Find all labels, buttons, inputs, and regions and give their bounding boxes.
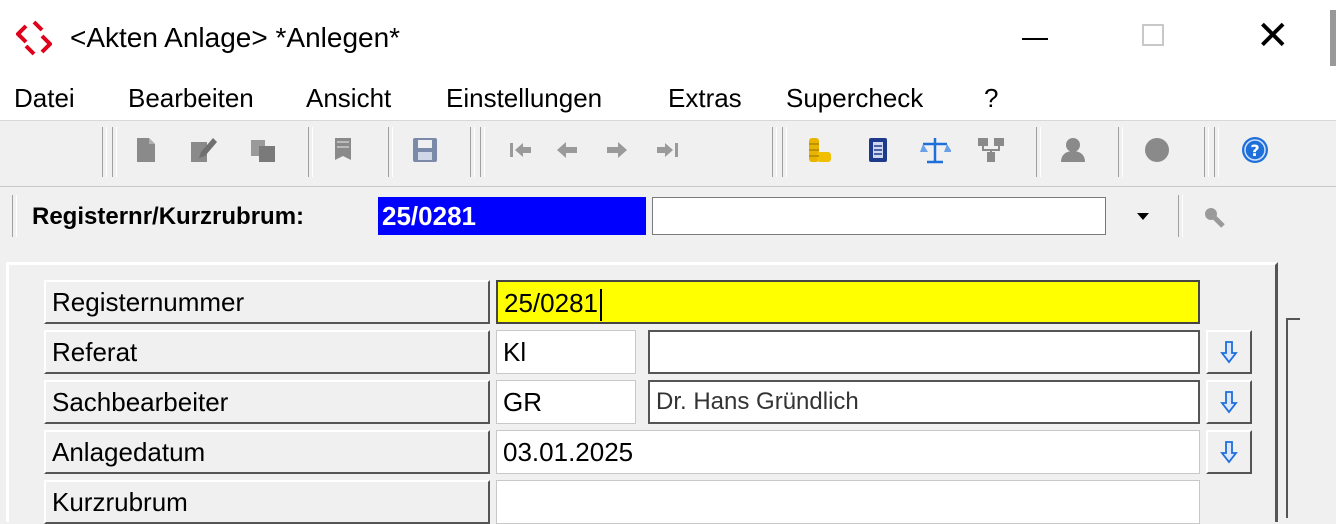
toolbar-separator: [782, 127, 787, 177]
window-title: <Akten Anlage> *Anlegen*: [70, 22, 401, 53]
close-icon: ✕: [1256, 14, 1290, 58]
toolbar-separator: [470, 127, 475, 177]
anlagedatum-input[interactable]: 03.01.2025: [496, 430, 1200, 474]
app-logo-icon: [16, 20, 52, 56]
minimize-button[interactable]: [978, 0, 1088, 76]
menu-einstellungen[interactable]: Einstellungen: [446, 80, 602, 116]
register-number-field[interactable]: 25/0281: [378, 197, 646, 235]
menu-ansicht[interactable]: Ansicht: [306, 80, 391, 116]
person-icon[interactable]: [1056, 133, 1090, 167]
arrow-down-icon: [1220, 441, 1238, 464]
referat-description: [648, 330, 1200, 374]
kurzrubrum-input[interactable]: [496, 480, 1200, 524]
toolbar-separator: [480, 127, 485, 177]
toolbar-separator: [1178, 195, 1183, 237]
help-icon[interactable]: ?: [1238, 133, 1272, 167]
menu-datei[interactable]: Datei: [14, 80, 75, 116]
first-record-icon[interactable]: [504, 133, 538, 167]
record-dot-icon[interactable]: [1140, 133, 1174, 167]
notebook-icon[interactable]: [860, 133, 894, 167]
svg-text:?: ?: [1250, 141, 1259, 160]
menu-help[interactable]: ?: [984, 80, 998, 116]
next-record-icon[interactable]: [600, 133, 634, 167]
label-sachbearbeiter: Sachbearbeiter: [44, 380, 490, 424]
minimize-icon: [1022, 38, 1048, 40]
register-search-combo[interactable]: [652, 197, 1106, 235]
search-button[interactable]: [1196, 199, 1232, 235]
toolbar-separator: [1204, 127, 1209, 177]
toolbar: ?: [0, 120, 1336, 187]
toolbar-separator: [112, 127, 117, 177]
new-document-icon[interactable]: [128, 133, 162, 167]
maximize-icon: [1142, 24, 1164, 46]
chevron-down-icon: [1137, 213, 1149, 220]
registernummer-value: 25/0281: [504, 288, 598, 318]
toolbar-separator: [1214, 127, 1219, 177]
last-record-icon[interactable]: [650, 133, 684, 167]
close-button[interactable]: ✕: [1210, 0, 1320, 76]
anlagedatum-picker-button[interactable]: [1206, 430, 1252, 474]
referat-input[interactable]: Kl: [496, 330, 636, 374]
arrow-down-icon: [1220, 391, 1238, 414]
combo-dropdown-button[interactable]: [1120, 197, 1166, 235]
label-referat: Referat: [44, 330, 490, 374]
text-caret: [599, 289, 602, 322]
referat-lookup-button[interactable]: [1206, 330, 1252, 374]
arrow-down-icon: [1220, 341, 1238, 364]
register-bar: Registernr/Kurzrubrum: 25/0281: [0, 186, 1336, 245]
menu-supercheck[interactable]: Supercheck: [786, 80, 923, 116]
copy-document-icon[interactable]: [246, 133, 280, 167]
sachbearbeiter-lookup-button[interactable]: [1206, 380, 1252, 424]
register-label: Registernr/Kurzrubrum:: [32, 203, 305, 230]
delete-document-icon[interactable]: [326, 133, 360, 167]
title-bar: <Akten Anlage> *Anlegen* ✕: [0, 0, 1336, 76]
label-kurzrubrum: Kurzrubrum: [44, 480, 490, 524]
previous-record-icon[interactable]: [550, 133, 584, 167]
toolbar-separator: [388, 127, 393, 177]
coins-icon[interactable]: [802, 133, 836, 167]
toolbar-separator: [308, 127, 313, 177]
maximize-button[interactable]: [1090, 0, 1200, 76]
menu-bar: Datei Bearbeiten Ansicht Einstellungen E…: [0, 76, 1336, 120]
window-edge: [1330, 10, 1336, 66]
toolbar-separator: [1118, 127, 1123, 177]
sachbearbeiter-description: Dr. Hans Gründlich: [648, 380, 1200, 424]
scales-icon[interactable]: [918, 133, 952, 167]
toolbar-separator: [1036, 127, 1041, 177]
menu-extras[interactable]: Extras: [668, 80, 742, 116]
toolbar-separator: [102, 127, 107, 177]
toolbar-separator: [772, 127, 777, 177]
search-icon: [1205, 208, 1225, 228]
menu-bearbeiten[interactable]: Bearbeiten: [128, 80, 254, 116]
sachbearbeiter-input[interactable]: GR: [496, 380, 636, 424]
edit-document-icon[interactable]: [186, 133, 220, 167]
label-registernummer: Registernummer: [44, 280, 490, 324]
organization-icon[interactable]: [974, 133, 1008, 167]
label-anlagedatum: Anlagedatum: [44, 430, 490, 474]
save-icon[interactable]: [408, 133, 442, 167]
panel-frame: [1286, 318, 1300, 518]
registernummer-input[interactable]: 25/0281: [496, 280, 1200, 324]
toolbar-grip: [12, 195, 17, 237]
